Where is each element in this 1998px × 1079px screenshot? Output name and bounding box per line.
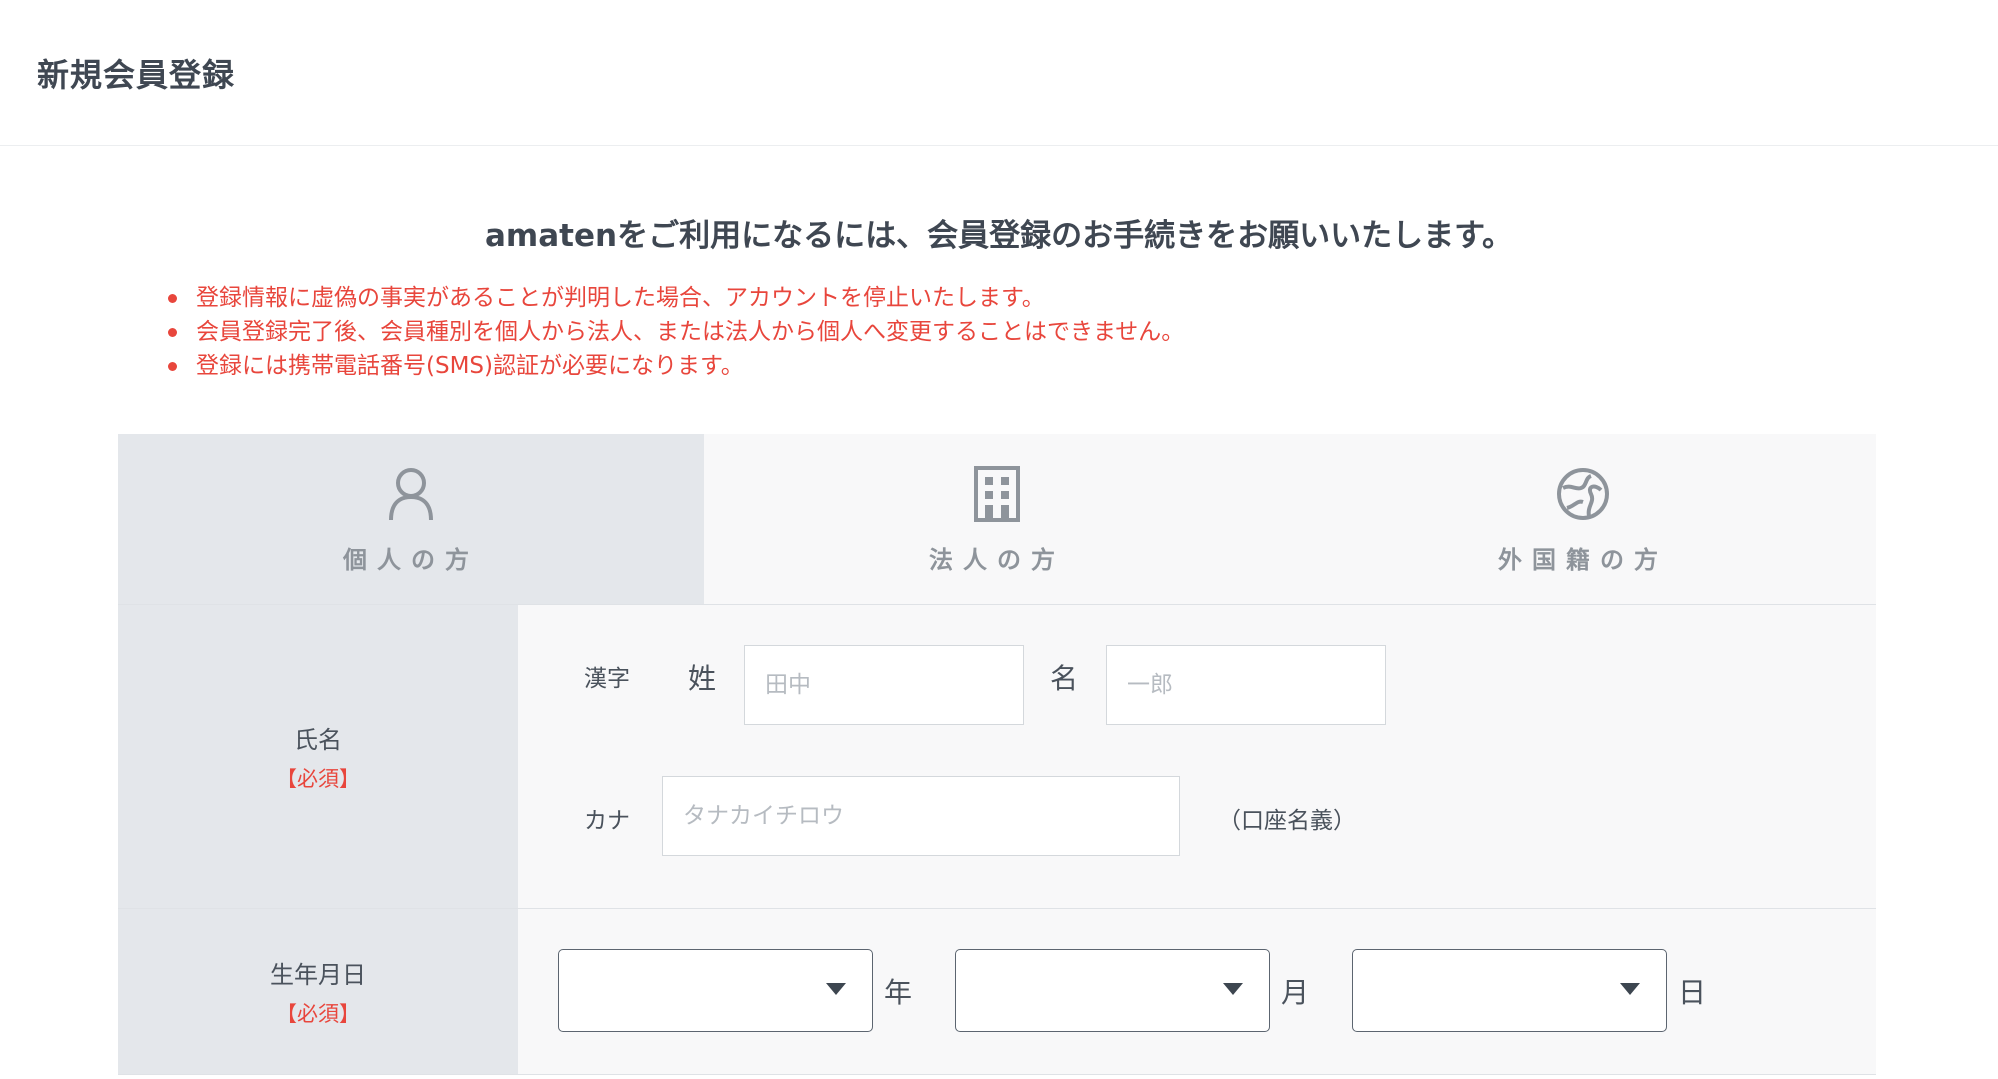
page-title: 新規会員登録 bbox=[37, 55, 236, 94]
account-name-note: （口座名義） bbox=[1218, 808, 1356, 834]
intro-heading: amatenをご利用になるには、会員登録のお手続きをお願いいたします。 bbox=[485, 218, 1513, 254]
building-icon bbox=[974, 466, 1020, 522]
year-select[interactable] bbox=[558, 949, 873, 1032]
kanji-label: 漢字 bbox=[584, 666, 630, 692]
day-select[interactable] bbox=[1352, 949, 1667, 1032]
chevron-down-icon bbox=[1223, 983, 1243, 995]
kana-label: カナ bbox=[584, 808, 630, 834]
chevron-down-icon bbox=[826, 983, 846, 995]
tab-corporation[interactable]: 法人の方 bbox=[704, 434, 1290, 604]
chevron-down-icon bbox=[1620, 983, 1640, 995]
tab-label: 個人の方 bbox=[343, 546, 479, 574]
name-label: 氏名 bbox=[294, 726, 342, 754]
registration-form: 個人の方 法人の方 外国籍の方 氏名 【必須】 漢字 姓 田中 名 一郎 カナ … bbox=[118, 434, 1876, 1075]
birthday-row: 生年月日 【必須】 年 月 日 bbox=[118, 909, 1876, 1075]
person-icon bbox=[389, 468, 433, 521]
mei-label: 名 bbox=[1050, 662, 1079, 695]
tab-foreigner[interactable]: 外国籍の方 bbox=[1290, 434, 1876, 604]
required-badge: 【必須】 bbox=[276, 767, 360, 791]
month-suffix: 月 bbox=[1281, 976, 1310, 1009]
notice-item: 会員登録完了後、会員種別を個人から法人、または法人から個人へ変更することはできま… bbox=[168, 315, 1998, 349]
birthday-label: 生年月日 bbox=[270, 961, 366, 989]
required-badge: 【必須】 bbox=[276, 1002, 360, 1026]
mei-input[interactable] bbox=[1106, 645, 1386, 725]
notice-list: 登録情報に虚偽の事実があることが判明した場合、アカウントを停止いたします。 会員… bbox=[0, 281, 1998, 383]
name-row: 氏名 【必須】 漢字 姓 名 カナ （口座名義） bbox=[118, 605, 1876, 909]
page-header: 新規会員登録 bbox=[0, 0, 1998, 146]
day-suffix: 日 bbox=[1678, 976, 1707, 1009]
tab-label: 外国籍の方 bbox=[1498, 546, 1668, 574]
birthday-fields: 年 月 日 bbox=[518, 909, 1876, 1074]
tab-individual[interactable]: 個人の方 bbox=[118, 434, 704, 604]
globe-icon bbox=[1557, 468, 1609, 520]
year-suffix: 年 bbox=[884, 976, 913, 1009]
birthday-label-cell: 生年月日 【必須】 bbox=[118, 909, 518, 1074]
tab-label: 法人の方 bbox=[929, 546, 1065, 574]
notice-item: 登録には携帯電話番号(SMS)認証が必要になります。 bbox=[168, 349, 1998, 383]
name-fields: 漢字 姓 名 カナ （口座名義） bbox=[518, 605, 1876, 908]
kana-input[interactable] bbox=[662, 776, 1180, 856]
notice-item: 登録情報に虚偽の事実があることが判明した場合、アカウントを停止いたします。 bbox=[168, 281, 1998, 315]
month-select[interactable] bbox=[955, 949, 1270, 1032]
sei-input[interactable] bbox=[744, 645, 1024, 725]
name-label-cell: 氏名 【必須】 bbox=[118, 605, 518, 908]
member-type-tabs: 個人の方 法人の方 外国籍の方 bbox=[118, 434, 1876, 605]
sei-label: 姓 bbox=[688, 662, 717, 695]
